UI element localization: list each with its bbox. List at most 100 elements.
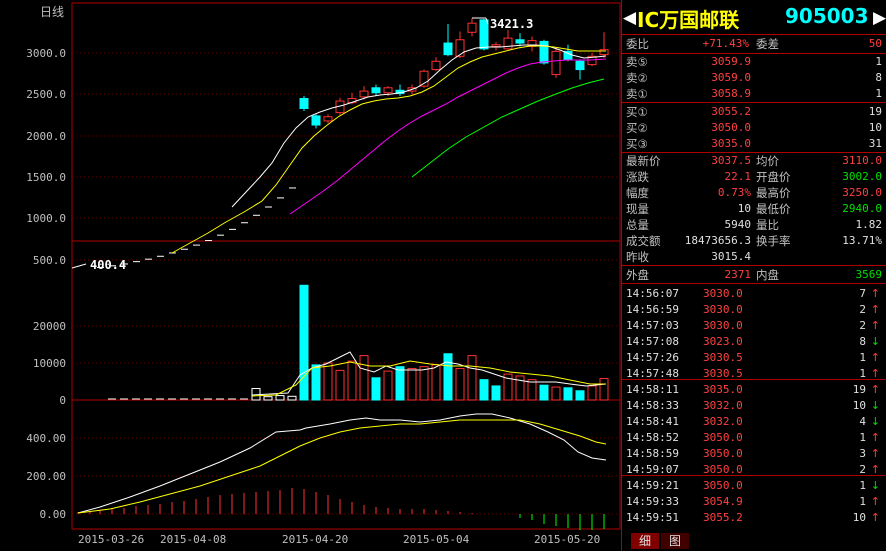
instrument-name: IC万国邮联: [637, 8, 740, 32]
tick-volume: 2: [859, 303, 866, 316]
open-price-value: 3002.0: [842, 170, 882, 183]
sell-row[interactable]: 卖② 3059.0 8: [621, 70, 886, 86]
sell-level-label: 卖⑤: [626, 55, 648, 69]
tick-time: 14:58:41: [626, 415, 679, 428]
volume-bar: [599, 378, 609, 401]
sell-price: 3058.9: [711, 87, 751, 100]
tab-detail[interactable]: 细: [631, 533, 659, 549]
tick-volume: 19: [852, 383, 866, 396]
buy-price: 3055.2: [711, 105, 751, 118]
tick-row[interactable]: 14:57:03 3030.0 2 ↑: [621, 318, 886, 334]
tick-row[interactable]: 14:59:21 3050.0 1 ↓: [621, 478, 886, 494]
open-price-label: 开盘价: [756, 170, 791, 184]
volume-bar: [575, 390, 585, 401]
tick-row[interactable]: 14:57:26 3030.5 1 ↑: [621, 350, 886, 366]
up-arrow-icon: ↑: [870, 447, 880, 460]
avg-price-value: 3110.0: [842, 154, 882, 167]
volume-bar: [587, 385, 597, 401]
volume-bar: [287, 395, 297, 401]
volume-bar: [527, 379, 537, 401]
sell-row[interactable]: 卖⑤ 3059.9 1: [621, 54, 886, 70]
total-volume-label: 总量: [626, 218, 649, 232]
volume-bar: [359, 355, 369, 401]
tick-price: 3030.0: [703, 319, 743, 332]
tick-row[interactable]: 14:58:59 3050.0 3 ↑: [621, 446, 886, 462]
tick-row[interactable]: 14:56:07 3030.0 7 ↑: [621, 286, 886, 302]
tick-price: 3055.2: [703, 511, 743, 524]
tick-row[interactable]: 14:59:51 3055.2 10 ↑: [621, 510, 886, 526]
candle-body: [359, 90, 369, 98]
tick-row[interactable]: 14:57:08 3023.0 8 ↓: [621, 334, 886, 350]
instrument-code: 905003: [785, 4, 869, 28]
price-tick: 1500.0: [26, 171, 66, 184]
next-instrument-icon[interactable]: ▶: [873, 8, 886, 28]
indicator-tick: 0.00: [40, 508, 67, 521]
volume-bar: [299, 284, 309, 401]
divider: [621, 265, 886, 266]
price-tick: 2000.0: [26, 130, 66, 143]
prev-close-value: 3015.4: [711, 250, 751, 263]
divider: [621, 379, 886, 380]
ma5-line: [231, 44, 607, 208]
sell-level-label: 卖①: [626, 87, 648, 101]
buy-row[interactable]: 买③ 3035.0 31: [621, 136, 886, 152]
tick-price: 3054.9: [703, 495, 743, 508]
volume-bar: [311, 364, 321, 401]
tick-time: 14:58:52: [626, 431, 679, 444]
outer-inner-row: 外盘 2371 内盘 3569: [621, 267, 886, 283]
volume-bar: [263, 396, 273, 401]
tick-volume: 10: [852, 399, 866, 412]
buy-price: 3035.0: [711, 137, 751, 150]
buy-row[interactable]: 买① 3055.2 19: [621, 104, 886, 120]
volume-bar: [455, 368, 465, 401]
sell-row[interactable]: 卖① 3058.9 1: [621, 86, 886, 102]
tick-price: 3035.0: [703, 383, 743, 396]
current-volume-value: 10: [737, 202, 751, 215]
tick-row[interactable]: 14:58:41 3032.0 4 ↓: [621, 414, 886, 430]
last-price-value: 3037.5: [711, 154, 751, 167]
candle-body: [323, 116, 333, 122]
indicator-tick: 200.00: [26, 470, 66, 483]
tick-price: 3030.5: [703, 351, 743, 364]
tick-time: 14:59:33: [626, 495, 679, 508]
tick-row[interactable]: 14:56:59 3030.0 2 ↑: [621, 302, 886, 318]
weibi-label: 委比: [626, 37, 649, 51]
indicator-bars: [77, 488, 605, 530]
tab-chart[interactable]: 图: [661, 533, 689, 549]
date-axis-labels: 2015-03-26 2015-04-08 2015-04-20 2015-05…: [78, 533, 600, 546]
weibi-value: +71.43%: [702, 37, 749, 50]
tick-row[interactable]: 14:58:52 3050.0 1 ↑: [621, 430, 886, 446]
up-arrow-icon: ↑: [870, 495, 880, 508]
tick-list[interactable]: 14:56:07 3030.0 7 ↑ 14:56:59 3030.0 2 ↑ 14:57:03…: [621, 284, 886, 530]
panel-tabs: 细 图: [621, 533, 886, 551]
stat-row: 最新价 3037.5 均价 3110.0: [621, 153, 886, 169]
down-arrow-icon: ↓: [870, 399, 880, 412]
tick-volume: 8: [859, 335, 866, 348]
candle-body: [479, 19, 489, 50]
tick-volume: 1: [859, 431, 866, 444]
sell-volume: 1: [875, 55, 882, 68]
volume-bar: [563, 387, 573, 401]
tick-time: 14:58:59: [626, 447, 679, 460]
tick-volume: 1: [859, 479, 866, 492]
up-arrow-icon: ↑: [870, 319, 880, 332]
kline-chart[interactable]: 日线 3000.0 2500.0 2000.0 1500.0 1000.0 50…: [0, 0, 621, 551]
prev-close-row: 昨收 3015.4: [621, 249, 886, 265]
buy-level-label: 买③: [626, 137, 648, 151]
chart-frame: [71, 2, 621, 530]
turnover-rate-value: 13.71%: [842, 234, 882, 247]
tick-row[interactable]: 14:59:33 3054.9 1 ↑: [621, 494, 886, 510]
weicha-value: 50: [868, 37, 882, 50]
avg-price-label: 均价: [756, 154, 779, 168]
tick-row[interactable]: 14:58:33 3032.0 10 ↓: [621, 398, 886, 414]
tick-row[interactable]: 14:58:11 3035.0 19 ↑: [621, 382, 886, 398]
date-tick: 2015-03-26: [78, 533, 144, 546]
instrument-header: ◀ IC万国邮联 905003 ▶: [621, 0, 886, 34]
tick-volume: 4: [859, 415, 866, 428]
high-price-label: 最高价: [756, 186, 791, 200]
tick-time: 14:57:26: [626, 351, 679, 364]
prev-instrument-icon[interactable]: ◀: [623, 8, 636, 28]
candle-body: [431, 60, 441, 71]
buy-row[interactable]: 买② 3050.0 10: [621, 120, 886, 136]
tick-price: 3050.0: [703, 447, 743, 460]
